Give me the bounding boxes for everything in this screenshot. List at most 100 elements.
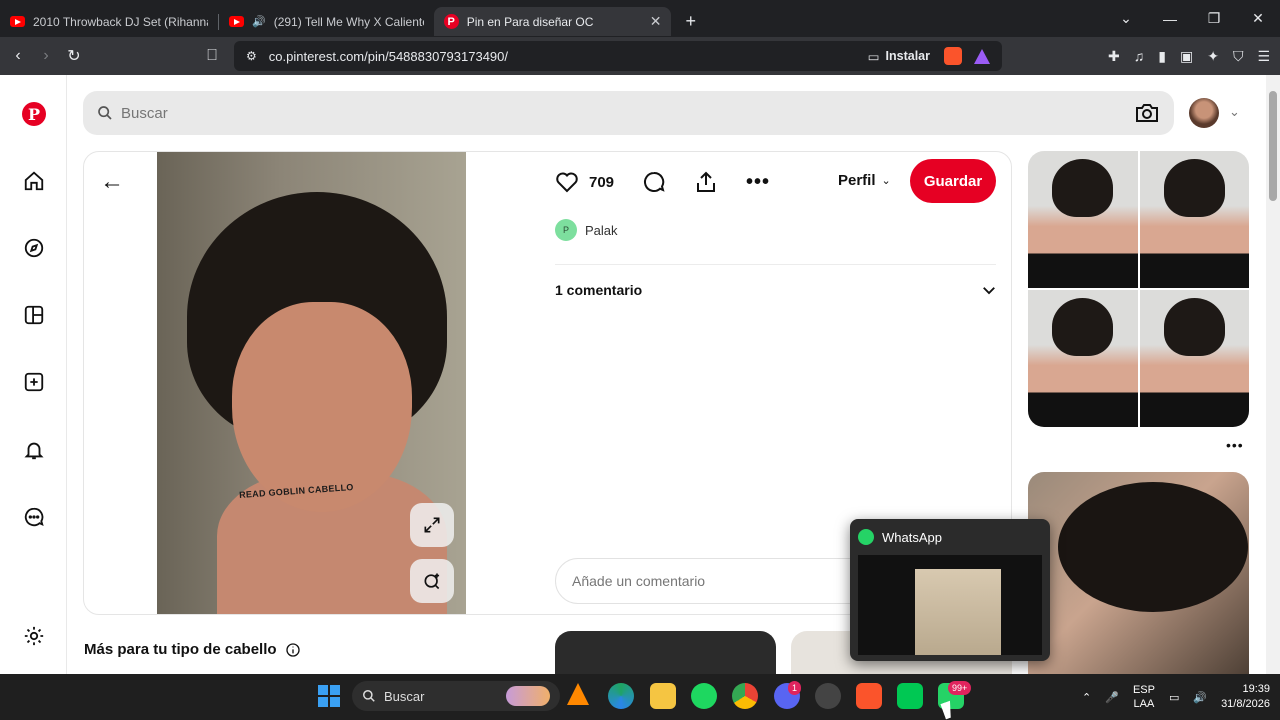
tab-pinterest-pin[interactable]: P Pin en Para diseñar OC ✕ [433,7,672,36]
expand-image-button[interactable] [410,503,454,547]
spotify-icon[interactable] [691,683,717,709]
menu-icon[interactable]: ☰ [1257,48,1270,65]
bookmark-icon[interactable]: ⎕ [198,47,226,65]
tray-overflow-chevron-icon[interactable]: ⌃ [1082,691,1091,704]
minimize-icon[interactable]: — [1148,11,1192,27]
close-tab-icon[interactable]: ✕ [650,13,662,30]
vlc-icon[interactable] [567,683,589,705]
new-tab-icon[interactable]: + [685,11,696,32]
comments-toggle[interactable]: 1 comentario [555,282,642,298]
extensions-row: ✚ ♫ ▮ ▣ ✦ ⛉ ☰ [1108,37,1270,75]
boards-icon[interactable] [21,302,47,328]
media-icon[interactable]: ♫ [1134,48,1145,64]
extensions-icon[interactable]: ✚ [1108,48,1120,65]
windows-start-icon[interactable] [318,685,340,707]
chevron-down-icon[interactable] [980,281,998,299]
related-pin-grid[interactable] [1028,151,1249,427]
search-icon [98,106,112,120]
expand-icon [424,517,440,533]
sidebar-icon[interactable]: ▮ [1158,48,1166,65]
tab-tell-me-why[interactable]: 🔊 (291) Tell Me Why X Caliente X Si… [219,7,434,36]
youtube-icon [229,16,244,27]
back-arrow-icon[interactable]: ← [100,168,124,196]
pin-author[interactable]: P Palak [555,219,618,241]
edge-icon[interactable] [608,683,634,709]
whatsapp-window-thumbnail [858,555,1042,655]
brave-icon[interactable] [856,683,882,709]
settings-gear-icon[interactable] [21,623,47,649]
file-explorer-icon[interactable] [650,683,676,709]
audio-playing-icon: 🔊 [252,16,266,28]
obs-icon[interactable] [815,683,841,709]
language-indicator[interactable]: ESP LAA [1133,683,1155,711]
reload-icon[interactable]: ↻ [60,46,88,66]
tab-title: 2010 Throwback DJ Set (Rihanna, Kesha… [33,14,208,29]
tab-search-chevron-icon[interactable]: ⌄ [1104,10,1148,27]
scrollbar-thumb[interactable] [1269,91,1277,201]
pin-grid-cell [1028,151,1138,288]
save-button[interactable]: Guardar [910,159,996,203]
info-icon[interactable] [285,642,301,658]
profile-label: Perfil [838,172,876,189]
vpn-icon[interactable]: ⛉ [1233,48,1244,65]
account-avatar[interactable] [1189,98,1219,128]
taskbar-search[interactable]: Buscar [352,681,560,711]
create-icon[interactable] [21,369,47,395]
explore-icon[interactable] [21,235,47,261]
volume-icon[interactable]: 🔊 [1193,691,1207,704]
system-tray: ⌃ 🎤 ESP LAA ▭ 🔊 19:39 31/8/2026 [1082,674,1270,720]
home-icon[interactable] [21,168,47,194]
network-icon[interactable]: ▭ [1169,691,1179,704]
system-clock[interactable]: 19:39 31/8/2026 [1221,682,1270,712]
heart-icon[interactable] [555,171,579,193]
install-app-button[interactable]: ▭ Instalar [868,49,930,64]
profile-board-select[interactable]: Perfil ⌄ [838,172,891,189]
url-text: co.pinterest.com/pin/5488830793173490/ [268,48,509,64]
pin-grid-cell [1139,151,1249,288]
messages-icon[interactable] [21,504,47,530]
pinterest-icon: P [443,14,459,29]
leo-icon[interactable]: ✦ [1207,48,1219,65]
pinterest-logo[interactable]: P [21,101,47,127]
pin-more-options-icon[interactable]: ••• [1226,437,1244,453]
account-chevron-down-icon[interactable]: ⌄ [1229,104,1240,120]
comment-bubble-icon[interactable] [642,170,666,194]
close-window-icon[interactable]: ✕ [1236,10,1280,27]
search-highlight-icon [506,686,550,706]
more-options-icon[interactable]: ••• [746,171,770,194]
kick-icon[interactable] [897,683,923,709]
install-icon: ▭ [867,49,880,64]
microphone-icon[interactable]: 🎤 [1105,691,1119,704]
like-count: 709 [589,173,615,191]
forward-icon[interactable]: › [32,47,60,65]
brave-rewards-icon[interactable] [974,48,990,64]
restore-icon[interactable]: ❐ [1192,10,1236,27]
address-bar[interactable]: ⚙ co.pinterest.com/pin/5488830793173490/… [234,41,1002,71]
brave-shields-icon[interactable] [944,47,962,65]
search-input[interactable]: Buscar [121,105,1134,122]
pin-image-face [232,302,412,512]
search-bar[interactable]: Buscar [83,91,1174,135]
share-icon[interactable] [694,170,718,194]
whatsapp-taskbar-preview[interactable]: WhatsApp [850,519,1050,661]
author-avatar: P [555,219,577,241]
whatsapp-preview-header: WhatsApp [850,519,1050,555]
whatsapp-thumbnail-photo [915,569,1001,655]
back-icon[interactable]: ‹ [4,47,32,65]
notifications-bell-icon[interactable] [21,437,47,463]
wallet-icon[interactable]: ▣ [1180,48,1193,65]
tab-dj-set[interactable]: 2010 Throwback DJ Set (Rihanna, Kesha… [0,7,218,36]
page-scrollbar[interactable] [1266,75,1280,674]
visual-search-camera-icon[interactable] [1134,102,1160,124]
browser-toolbar: ‹ › ↻ ⎕ ⚙ co.pinterest.com/pin/548883079… [0,37,1280,75]
window-controls: ⌄ — ❐ ✕ [1104,0,1280,37]
site-info-icon[interactable]: ⚙ [246,49,257,63]
related-pin[interactable] [1028,472,1249,682]
author-name: Palak [585,222,618,238]
pin-actions: 709 ••• [555,168,770,196]
chevron-down-icon: ⌄ [881,175,891,187]
chrome-icon[interactable] [732,683,758,709]
visual-search-button[interactable] [410,559,454,603]
whatsapp-notification-badge: 99+ [948,681,972,695]
left-nav-rail: P [0,75,67,674]
